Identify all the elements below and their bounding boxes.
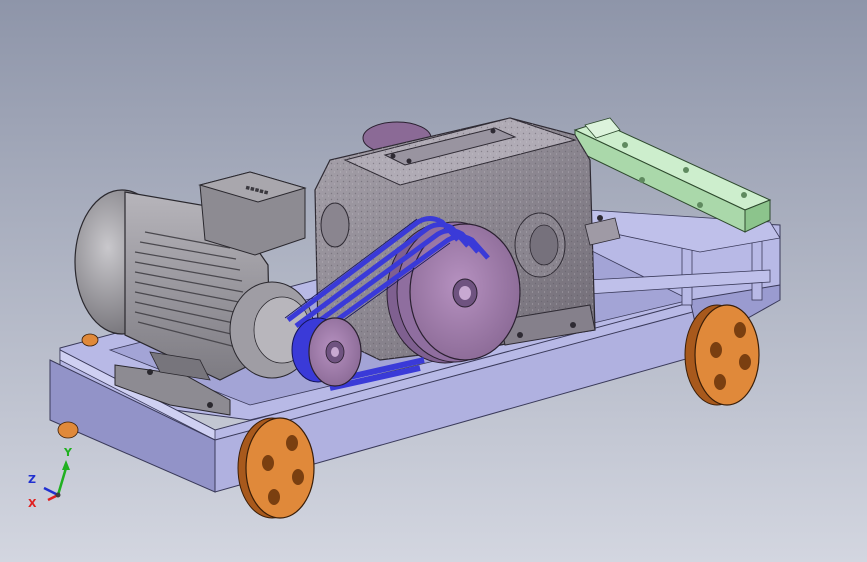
drive-pulley[interactable] bbox=[291, 317, 362, 387]
wheel-face bbox=[245, 417, 315, 519]
drive-pulley-bore bbox=[331, 347, 339, 357]
wheel-hole bbox=[739, 354, 751, 370]
wheel-hole bbox=[710, 342, 722, 358]
wheel-rear[interactable] bbox=[684, 304, 760, 406]
wheel-hole bbox=[714, 374, 726, 390]
wheel-hole bbox=[734, 322, 746, 338]
model-viewport[interactable]: ▪▪▪▪▪ Y Z X bbox=[0, 0, 867, 562]
wheel-hidden-edge bbox=[57, 421, 79, 439]
rail-bolt bbox=[683, 167, 689, 173]
triad-y-label: Y bbox=[63, 446, 73, 459]
rail-bolt bbox=[697, 202, 703, 208]
pulley-bore bbox=[459, 286, 471, 300]
rail-bolt bbox=[639, 177, 645, 183]
output-bearing-cap bbox=[529, 224, 559, 266]
cover-bolt bbox=[490, 128, 496, 134]
rail-bolt bbox=[741, 192, 747, 198]
cover-bolt bbox=[406, 158, 412, 164]
cad-scene[interactable]: ▪▪▪▪▪ Y Z X bbox=[0, 0, 867, 562]
triad-z-label: Z bbox=[28, 473, 36, 486]
foot-bolt bbox=[570, 322, 576, 328]
wheel-hidden-edge bbox=[81, 333, 99, 347]
triad-origin bbox=[55, 492, 61, 498]
foot-bolt bbox=[597, 215, 603, 221]
cover-bolt bbox=[390, 153, 396, 159]
triad-x-label: X bbox=[28, 497, 37, 510]
rail-bolt bbox=[622, 142, 628, 148]
mount-bolt bbox=[207, 402, 213, 408]
wheel-hole bbox=[286, 435, 298, 451]
wheel-front[interactable] bbox=[237, 417, 315, 519]
foot-bolt bbox=[517, 332, 523, 338]
wheel-hole bbox=[292, 469, 304, 485]
wheel-face bbox=[694, 304, 760, 406]
input-bearing-hub bbox=[320, 202, 350, 248]
mount-bolt bbox=[147, 369, 153, 375]
wheel-hole bbox=[262, 455, 274, 471]
wheel-hole bbox=[268, 489, 280, 505]
